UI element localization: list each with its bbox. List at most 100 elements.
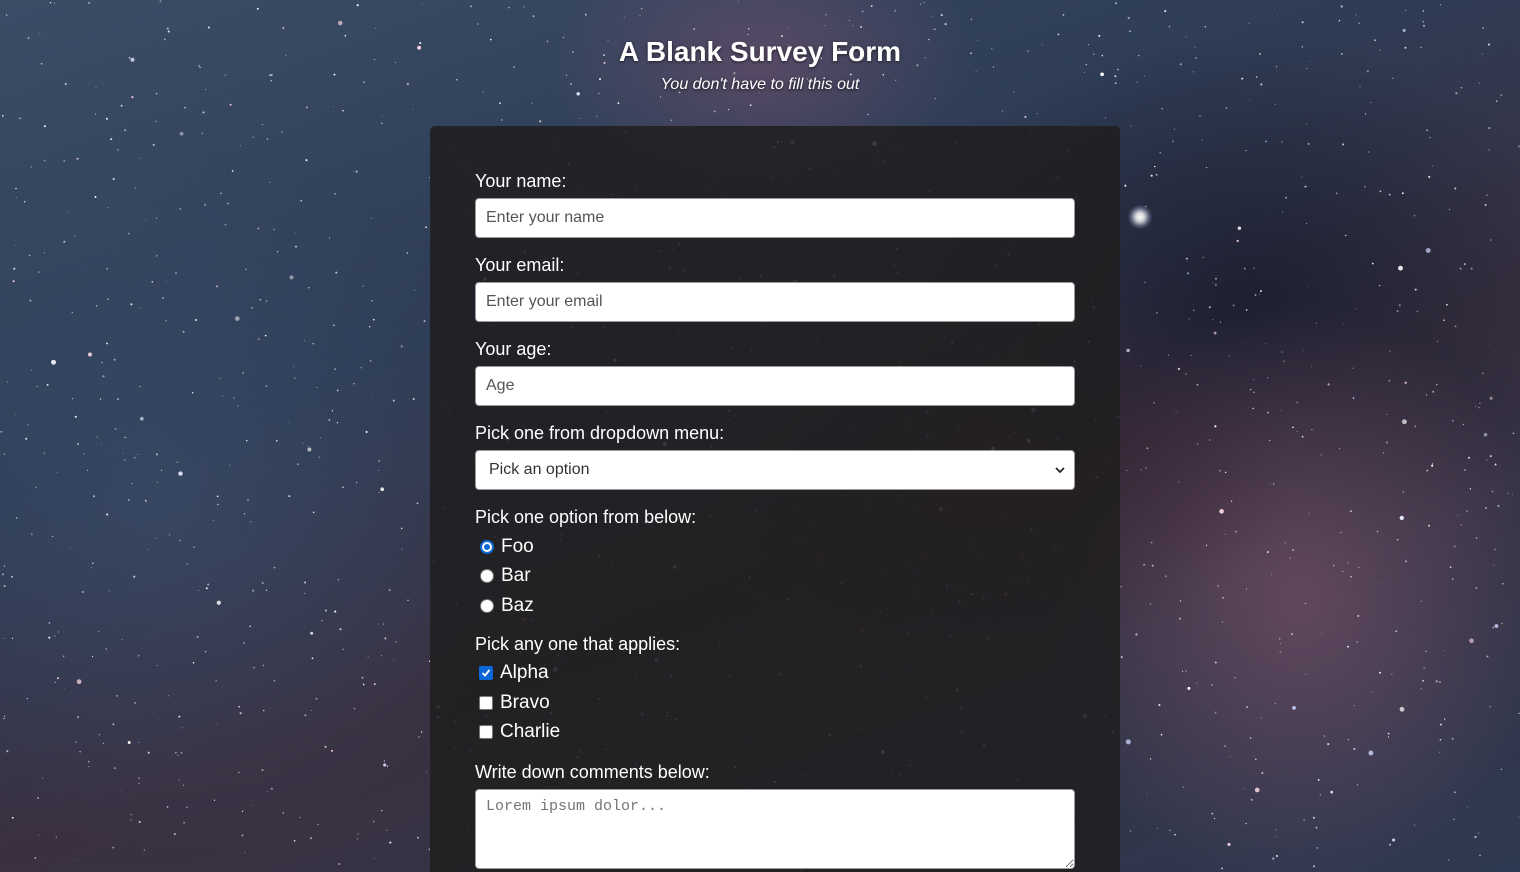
star xyxy=(1484,204,1487,206)
age-input[interactable] xyxy=(475,366,1075,406)
star xyxy=(273,228,275,231)
star xyxy=(1371,691,1373,693)
star xyxy=(176,461,178,463)
star xyxy=(37,834,40,836)
star xyxy=(1420,600,1422,602)
star xyxy=(305,159,308,162)
radio-option-foo[interactable]: Foo xyxy=(475,532,1075,562)
radio-button-baz[interactable] xyxy=(480,598,494,613)
star xyxy=(138,782,140,784)
star xyxy=(184,106,186,109)
star xyxy=(660,96,661,98)
star xyxy=(159,719,161,721)
star xyxy=(257,227,260,230)
star xyxy=(1474,835,1477,839)
star xyxy=(11,816,14,819)
chevron-down-icon xyxy=(1055,467,1065,474)
radio-option-bar[interactable]: Bar xyxy=(475,562,1075,592)
star xyxy=(1234,676,1236,679)
star xyxy=(1248,99,1250,101)
checkbox-bravo[interactable] xyxy=(479,695,493,710)
star xyxy=(1491,490,1494,493)
star xyxy=(155,453,158,456)
checkbox-alpha[interactable] xyxy=(479,666,493,681)
star xyxy=(282,812,285,814)
checkbox-charlie[interactable] xyxy=(479,725,493,740)
star xyxy=(105,648,107,650)
radio-option-baz[interactable]: Baz xyxy=(475,591,1075,621)
star xyxy=(1125,739,1131,745)
star xyxy=(1453,545,1456,548)
star xyxy=(1279,651,1282,653)
star xyxy=(1150,541,1153,544)
star xyxy=(216,722,218,724)
star xyxy=(310,837,312,839)
star xyxy=(54,2,56,4)
star xyxy=(239,145,241,147)
star xyxy=(1436,383,1438,386)
star xyxy=(243,513,246,515)
star xyxy=(293,839,296,842)
star xyxy=(1488,149,1490,151)
star xyxy=(1265,140,1267,143)
star xyxy=(356,4,359,7)
star xyxy=(1115,2,1117,5)
star xyxy=(371,218,372,219)
star xyxy=(130,814,132,816)
star xyxy=(1518,816,1520,818)
star xyxy=(361,676,364,679)
star xyxy=(388,589,391,591)
star xyxy=(242,372,244,374)
option-dropdown[interactable]: Pick an option xyxy=(475,450,1075,490)
star xyxy=(77,443,79,445)
name-input[interactable] xyxy=(475,198,1075,238)
radio-button-bar[interactable] xyxy=(480,569,494,584)
comments-textarea[interactable] xyxy=(475,789,1075,869)
star xyxy=(1470,267,1473,270)
checkbox-option-charlie[interactable]: Charlie xyxy=(475,718,1075,748)
star xyxy=(156,482,158,484)
radio-button-foo[interactable] xyxy=(480,539,494,554)
star xyxy=(63,160,65,162)
email-input[interactable] xyxy=(475,282,1075,322)
star xyxy=(263,709,265,712)
star xyxy=(112,723,115,726)
star xyxy=(383,763,387,767)
star xyxy=(120,789,122,791)
star xyxy=(165,281,167,282)
star xyxy=(353,707,356,710)
star xyxy=(178,471,183,476)
star xyxy=(299,817,301,819)
star xyxy=(1449,566,1452,568)
star xyxy=(747,28,750,30)
star xyxy=(1387,732,1390,735)
checkbox-option-bravo[interactable]: Bravo xyxy=(475,688,1075,718)
star xyxy=(386,765,389,767)
star xyxy=(406,252,409,254)
star xyxy=(300,200,302,202)
star xyxy=(102,742,105,744)
star xyxy=(55,836,57,838)
star xyxy=(87,469,89,471)
star xyxy=(1179,617,1182,620)
dropdown-field-group: Pick one from dropdown menu: Pick an opt… xyxy=(475,422,1075,490)
star xyxy=(87,760,90,763)
star xyxy=(49,2,52,4)
star xyxy=(1254,787,1260,793)
star xyxy=(1303,350,1305,352)
star xyxy=(38,271,40,273)
page-title: A Blank Survey Form xyxy=(618,36,902,67)
star xyxy=(1199,115,1201,117)
star xyxy=(95,305,98,307)
star xyxy=(1502,582,1504,585)
star xyxy=(1371,262,1374,265)
star xyxy=(1350,575,1352,578)
star xyxy=(1436,340,1438,342)
star xyxy=(201,132,203,134)
checkbox-option-alpha[interactable]: Alpha xyxy=(475,659,1075,689)
star xyxy=(231,170,234,172)
star xyxy=(1206,167,1208,169)
star xyxy=(1196,682,1198,684)
star xyxy=(377,470,379,471)
star xyxy=(1185,669,1188,672)
